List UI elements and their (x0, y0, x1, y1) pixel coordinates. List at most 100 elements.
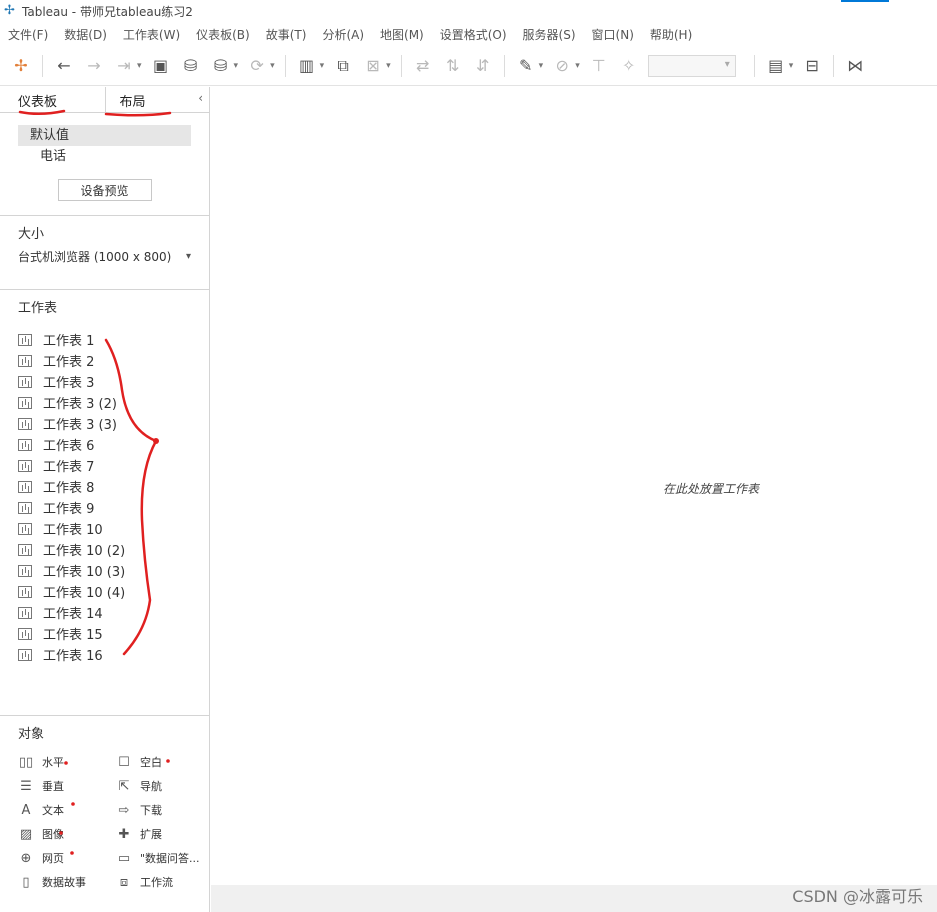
menu-server[interactable]: 服务器(S) (523, 26, 576, 43)
new-datasource-icon[interactable]: ⛁ (180, 54, 202, 78)
object-item[interactable]: ▭ "数据问答... (116, 846, 214, 870)
sheet-item[interactable]: 工作表 1 (18, 329, 209, 350)
sheet-item[interactable]: 工作表 6 (18, 434, 209, 455)
sheet-item[interactable]: 工作表 14 (18, 602, 209, 623)
ask-data-icon: ▭ (117, 850, 131, 866)
pause-updates-icon[interactable]: ⛁ (210, 54, 232, 78)
sheet-item[interactable]: 工作表 2 (18, 350, 209, 371)
objects-section: 对象 ▯▯ 水平 ☐ 空白 ☰ 垂直 ⇱ 导航 A 文本 ⇨ 下载 ▨ 图像 ✚ 扩展 ⊕ 网页 ▭ "数据问答...… (0, 715, 209, 912)
new-worksheet-dropdown-icon[interactable]: ▾ (320, 61, 325, 71)
new-worksheet-icon[interactable]: ▥ (296, 54, 318, 78)
undo-icon[interactable]: ← (53, 54, 75, 78)
refresh-icon[interactable]: ⟳ (246, 54, 268, 78)
pin-icon[interactable]: ✧ (618, 54, 640, 78)
tableau-logo-icon[interactable]: ✢ (10, 54, 32, 78)
menu-data[interactable]: 数据(D) (64, 26, 107, 43)
dashboard-canvas[interactable]: 在此处放置工作表 (211, 87, 937, 885)
highlight-dropdown-icon[interactable]: ▾ (539, 61, 544, 71)
sheet-item-label: 工作表 9 (43, 502, 95, 517)
worksheet-icon (18, 480, 32, 493)
sheet-item[interactable]: 工作表 9 (18, 497, 209, 518)
share-icon[interactable]: ⋈ (844, 54, 866, 78)
object-item[interactable]: ⊕ 网页 (18, 846, 116, 870)
menu-story[interactable]: 故事(T) (266, 26, 307, 43)
object-item[interactable]: ⇱ 导航 (116, 774, 214, 798)
show-me-dropdown-icon[interactable]: ▾ (789, 61, 794, 71)
sheet-item[interactable]: 工作表 8 (18, 476, 209, 497)
sheets-section: 工作表 工作表 1 工作表 2 工作表 3 工作表 3 (2) 工作表 3 (3) 工作表… (0, 289, 209, 715)
replay-icon[interactable]: ⇥ (113, 54, 135, 78)
show-me-icon[interactable]: ▤ (765, 54, 787, 78)
sheet-item-label: 工作表 10 (43, 523, 103, 538)
presentation-icon[interactable]: ⊟ (801, 54, 823, 78)
group-dropdown-icon[interactable]: ▾ (575, 61, 580, 71)
fit-dropdown[interactable] (647, 54, 736, 77)
replay-dropdown-icon[interactable]: ▾ (137, 61, 142, 71)
sheet-item[interactable]: 工作表 10 (3) (18, 560, 209, 581)
object-item-label: 水平 (42, 756, 64, 769)
size-dropdown[interactable]: 台式机浏览器 (1000 x 800) (18, 248, 191, 266)
object-item[interactable]: ▨ 图像 (18, 822, 116, 846)
objects-title: 对象 (18, 727, 45, 742)
device-phone[interactable]: 电话 (18, 146, 191, 167)
clear-dropdown-icon[interactable]: ▾ (386, 61, 391, 71)
sort-descending-icon[interactable]: ⇵ (472, 54, 494, 78)
sheet-item[interactable]: 工作表 3 (2) (18, 392, 209, 413)
highlight-icon[interactable]: ✎ (515, 54, 537, 78)
object-item-label: 导航 (140, 780, 162, 793)
blank-icon: ☐ (118, 754, 130, 770)
worksheet-icon (18, 333, 32, 346)
object-item-label: 工作流 (140, 876, 173, 889)
labels-icon[interactable]: ⊤ (588, 54, 610, 78)
redo-icon[interactable]: → (83, 54, 105, 78)
sheet-item[interactable]: 工作表 7 (18, 455, 209, 476)
pause-dropdown-icon[interactable]: ▾ (234, 61, 239, 71)
clear-icon[interactable]: ⊠ (362, 54, 384, 78)
sheet-item-label: 工作表 3 (2) (43, 397, 117, 412)
sheet-item-label: 工作表 7 (43, 460, 95, 475)
menu-format[interactable]: 设置格式(O) (440, 26, 507, 43)
drop-sheets-hint: 在此处放置工作表 (663, 482, 760, 496)
sheet-item[interactable]: 工作表 3 (3) (18, 413, 209, 434)
swap-icon[interactable]: ⇄ (412, 54, 434, 78)
menu-help[interactable]: 帮助(H) (650, 26, 692, 43)
sheet-item[interactable]: 工作表 10 (2) (18, 539, 209, 560)
save-icon[interactable]: ▣ (150, 54, 172, 78)
tableau-app-icon: ✢ (4, 3, 15, 18)
object-item[interactable]: ✚ 扩展 (116, 822, 214, 846)
menu-map[interactable]: 地图(M) (380, 26, 424, 43)
worksheet-icon (18, 606, 32, 619)
group-icon[interactable]: ⊘ (551, 54, 573, 78)
objects-grid: ▯▯ 水平 ☐ 空白 ☰ 垂直 ⇱ 导航 A 文本 ⇨ 下载 ▨ 图像 ✚ 扩展 ⊕ 网页 ▭ "数据问答... ▯ 数据… (0, 742, 209, 894)
object-item[interactable]: ▯ 数据故事 (18, 870, 116, 894)
object-item[interactable]: ☐ 空白 (116, 750, 214, 774)
menu-worksheet[interactable]: 工作表(W) (123, 26, 180, 43)
sheet-item[interactable]: 工作表 10 (18, 518, 209, 539)
duplicate-icon[interactable]: ⧉ (332, 54, 354, 78)
sort-ascending-icon[interactable]: ⇅ (442, 54, 464, 78)
sheet-item[interactable]: 工作表 10 (4) (18, 581, 209, 602)
menu-file[interactable]: 文件(F) (8, 26, 48, 43)
collapse-sidebar-icon[interactable]: ‹ (198, 91, 203, 105)
sheet-item[interactable]: 工作表 15 (18, 623, 209, 644)
device-default[interactable]: 默认值 (18, 125, 191, 146)
sheet-item[interactable]: 工作表 3 (18, 371, 209, 392)
menu-window[interactable]: 窗口(N) (592, 26, 634, 43)
device-preview-button[interactable]: 设备预览 (57, 179, 152, 201)
worksheet-icon (18, 522, 32, 535)
object-item[interactable]: ⇨ 下载 (116, 798, 214, 822)
toolbar-separator (753, 54, 755, 77)
object-item[interactable]: ▯▯ 水平 (18, 750, 116, 774)
download-icon: ⇨ (118, 802, 130, 818)
menu-dashboard[interactable]: 仪表板(B) (196, 26, 250, 43)
object-item[interactable]: ☰ 垂直 (18, 774, 116, 798)
tab-layout[interactable]: 布局 (104, 87, 209, 113)
refresh-dropdown-icon[interactable]: ▾ (270, 61, 275, 71)
sheet-item-label: 工作表 10 (3) (43, 565, 126, 580)
sheet-item[interactable]: 工作表 16 (18, 644, 209, 665)
object-item[interactable]: ⧈ 工作流 (116, 870, 214, 894)
tab-dashboard[interactable]: 仪表板 (0, 87, 105, 113)
object-item[interactable]: A 文本 (18, 798, 116, 822)
menu-analysis[interactable]: 分析(A) (322, 26, 364, 43)
sheet-item-label: 工作表 2 (43, 355, 95, 370)
